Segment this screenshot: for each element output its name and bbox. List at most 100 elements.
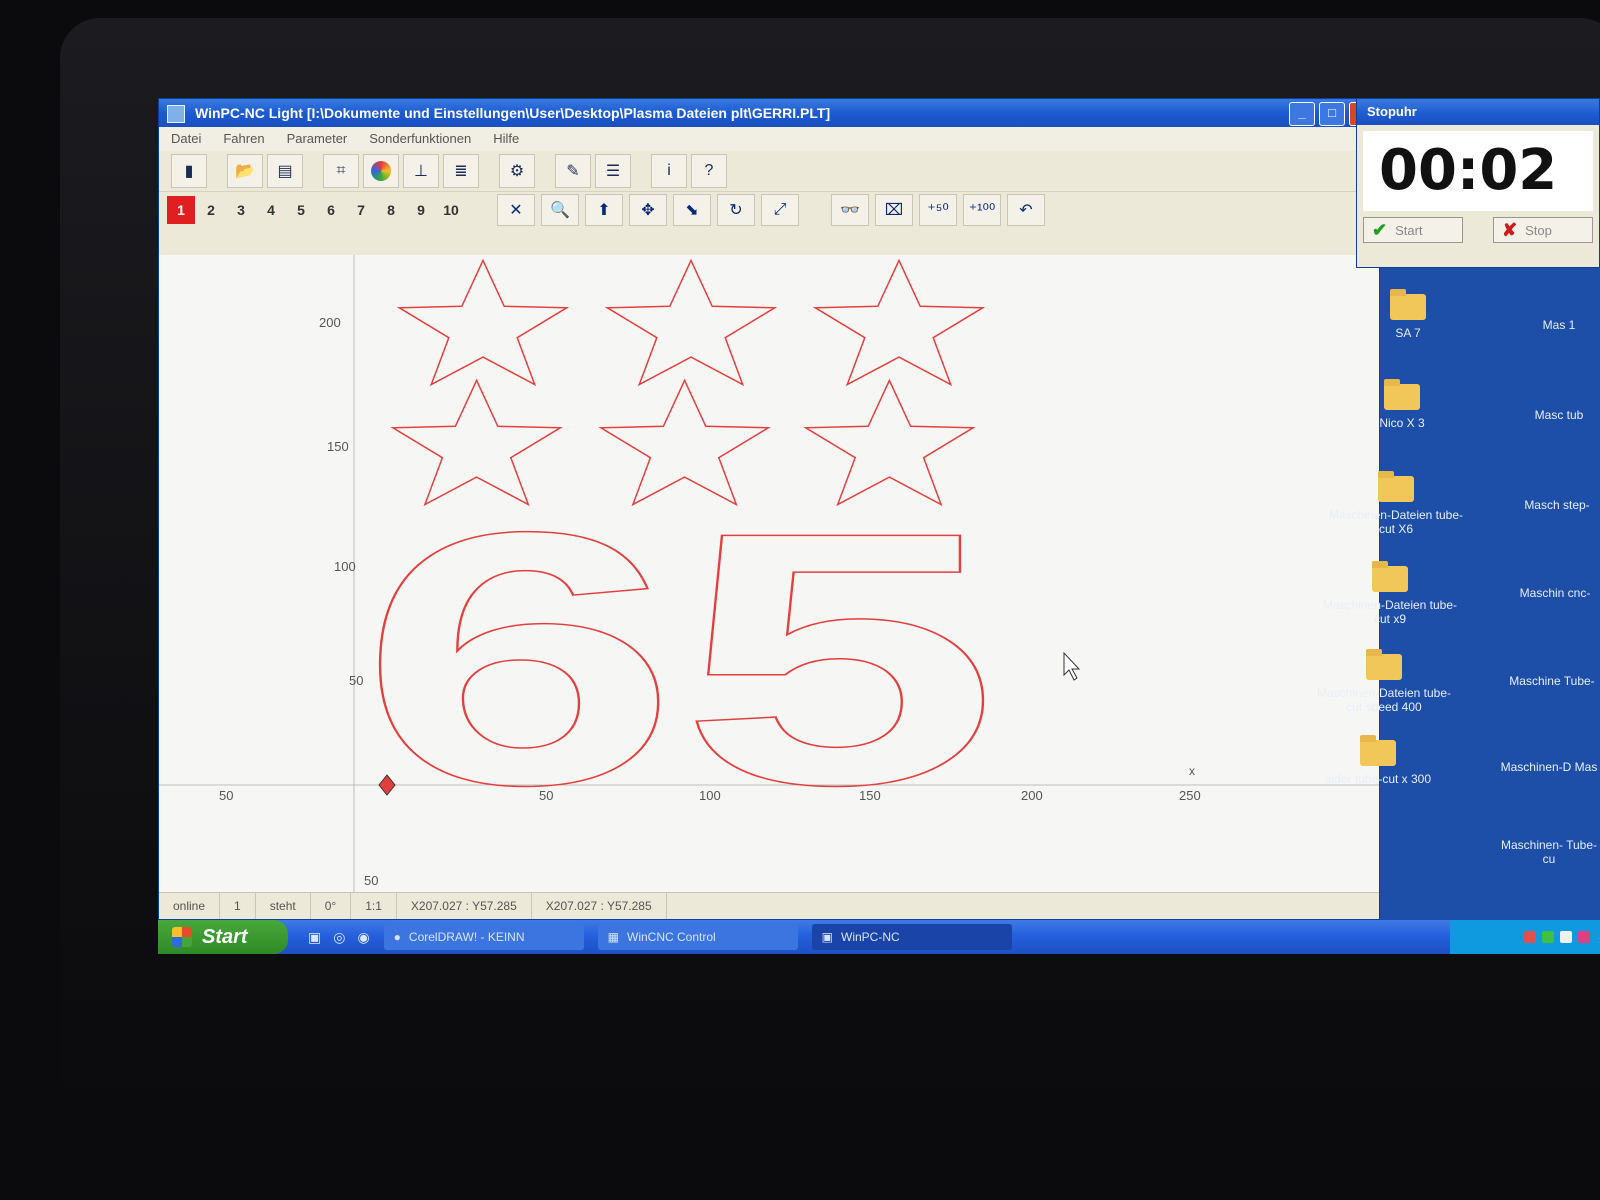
folder-icon (1390, 289, 1426, 320)
move-up-icon[interactable]: ⬆ (585, 194, 623, 226)
list-icon[interactable]: ☰ (595, 154, 631, 188)
task-coreldraw[interactable]: ● CorelDRAW! - KEINN (383, 924, 584, 950)
preview-glasses-icon[interactable]: 👓 (831, 194, 869, 226)
layer-7-button[interactable]: 7 (347, 196, 375, 224)
winpc-nc-window: WinPC-NC Light [I:\Dokumente und Einstel… (158, 98, 1380, 920)
desktop-folder-label: Masc tub (1534, 408, 1584, 422)
file-info-icon[interactable]: ▤ (267, 154, 303, 188)
zoom-50-icon[interactable]: ⁺⁵⁰ (919, 194, 957, 226)
maximize-button[interactable]: □ (1319, 102, 1345, 126)
desktop-folder[interactable]: Maschinen- Tube-cu (1498, 838, 1600, 866)
desktop-folder[interactable]: Mas 1 (1518, 318, 1600, 332)
exit-icon[interactable]: ▮ (171, 154, 207, 188)
desktop-folder-label: Mas 1 (1542, 318, 1576, 332)
media-player-icon[interactable]: ◉ (357, 929, 369, 946)
zoom-100-icon[interactable]: ⁺¹⁰⁰ (963, 194, 1001, 226)
windows-logo-icon (172, 927, 192, 947)
stopwatch-stop-label: Stop (1525, 222, 1552, 238)
layer-4-button[interactable]: 4 (257, 196, 285, 224)
tray-app-icon[interactable] (1578, 931, 1590, 943)
desktop-folder[interactable]: Maschinen-Dateien tube-cut X6 (1326, 471, 1466, 536)
pan-icon[interactable]: ✥ (629, 194, 667, 226)
stopwatch-time: 00:02 (1363, 131, 1593, 211)
desktop-folder-label: Maschin cnc- (1519, 586, 1591, 600)
main-toolbar: ▮ 📂 ▤ ⌗ ⊥ ≣ ⚙ ✎ ☰ i ? (159, 151, 1379, 192)
folder-icon (1360, 735, 1396, 766)
wincnc-icon: ▦ (607, 930, 620, 944)
layer-10-button[interactable]: 10 (437, 196, 465, 224)
desktop-folder[interactable]: alder tube-cut x 300 (1308, 735, 1448, 786)
y-tick-label: 50 (364, 873, 378, 888)
desktop-folder[interactable]: Maschinen-Dateien tube-cut speed 400 (1314, 649, 1454, 714)
desktop-folder[interactable]: Masc tub (1518, 408, 1600, 422)
layer-5-button[interactable]: 5 (287, 196, 315, 224)
task-label: CorelDRAW! - KEINN (408, 930, 525, 944)
layer-6-button[interactable]: 6 (317, 196, 345, 224)
star-outline-1 (396, 258, 570, 387)
digits-65-outline: 65 (359, 458, 999, 860)
mirror-icon[interactable]: ⬊ (673, 194, 711, 226)
toolpath-icon[interactable]: ≣ (443, 154, 479, 188)
edit-icon[interactable]: ✎ (555, 154, 591, 188)
layer-3-button[interactable]: 3 (227, 196, 255, 224)
taskbar: Start ▣ ◎ ◉ ● CorelDRAW! - KEINN ▦ WinCN… (158, 920, 1600, 954)
status-angle: 0° (311, 893, 352, 919)
menu-sonderfunktionen[interactable]: Sonderfunktionen (369, 127, 471, 151)
desktop-folder[interactable]: Nico X 3 (1332, 379, 1472, 430)
desktop-folder[interactable]: Maschinen-D Mas (1498, 760, 1600, 774)
layer-8-button[interactable]: 8 (377, 196, 405, 224)
info-icon[interactable]: i (651, 154, 687, 188)
tray-volume-icon[interactable] (1560, 931, 1572, 943)
desktop-folder[interactable]: Maschin cnc- (1510, 586, 1600, 600)
stopwatch-start-button[interactable]: ✔ Start (1363, 217, 1463, 243)
layer-2-button[interactable]: 2 (197, 196, 225, 224)
rotate-icon[interactable]: ↻ (717, 194, 755, 226)
tray-security-icon[interactable] (1542, 931, 1554, 943)
folder-icon (1366, 649, 1402, 680)
layer-1-button[interactable]: 1 (167, 196, 195, 224)
task-label: WinPC-NC (841, 930, 900, 944)
task-winpc-nc[interactable]: ▣ WinPC-NC (811, 924, 1012, 950)
menu-parameter[interactable]: Parameter (287, 127, 348, 151)
status-position: X207.027 : Y57.285 (397, 893, 532, 919)
desktop-folder[interactable]: Masch step- (1514, 498, 1600, 512)
start-button[interactable]: Start (158, 920, 288, 954)
drawing-canvas[interactable]: 50 50 100 150 200 250 x 200 150 100 50 5… (159, 255, 1379, 895)
task-wincnc-control[interactable]: ▦ WinCNC Control (597, 924, 798, 950)
stopwatch-title[interactable]: Stopuhr (1357, 99, 1599, 125)
help-icon[interactable]: ? (691, 154, 727, 188)
menu-hilfe[interactable]: Hilfe (493, 127, 519, 151)
system-tray (1450, 920, 1600, 954)
task-label: WinCNC Control (627, 930, 716, 944)
status-state: steht (256, 893, 311, 919)
open-file-icon[interactable]: 📂 (227, 154, 263, 188)
browser-icon[interactable]: ◎ (333, 929, 345, 946)
layer-9-button[interactable]: 9 (407, 196, 435, 224)
position-window-icon[interactable]: ⌗ (323, 154, 359, 188)
folder-icon (1378, 471, 1414, 502)
stopwatch-start-label: Start (1395, 222, 1423, 238)
desktop-folder[interactable]: Maschinen-Dateien tube-cut x9 (1320, 561, 1460, 626)
stopwatch-stop-button[interactable]: ✘ Stop (1493, 217, 1593, 243)
window-titlebar[interactable]: WinPC-NC Light [I:\Dokumente und Einstel… (159, 99, 1379, 127)
desktop-folder[interactable]: SA 7 (1338, 289, 1478, 340)
color-settings-icon[interactable] (363, 154, 399, 188)
x-tick-label: 250 (1179, 788, 1201, 803)
tray-network-icon[interactable] (1524, 931, 1536, 943)
show-desktop-icon[interactable]: ▣ (308, 929, 321, 946)
reference-run-icon[interactable]: ⚙ (499, 154, 535, 188)
fit-icon[interactable]: ⌧ (875, 194, 913, 226)
scale-icon[interactable]: ⤢ (761, 194, 799, 226)
minimize-button[interactable]: _ (1289, 102, 1315, 126)
cross-icon[interactable]: ✕ (497, 194, 535, 226)
view-toolbar: 1 2 3 4 5 6 7 8 9 10 ✕ 🔍 ⬆ ✥ ⬊ ↻ ⤢ 👓 ⌧ ⁺… (159, 192, 1379, 228)
desktop-folder[interactable]: Maschine Tube- (1504, 674, 1600, 688)
canvas-svg: 50 50 100 150 200 250 x 200 150 100 50 5… (159, 255, 1379, 895)
tool-change-icon[interactable]: ⊥ (403, 154, 439, 188)
menu-datei[interactable]: Datei (171, 127, 201, 151)
desktop-folder-label: Masch step- (1524, 498, 1590, 512)
y-tick-label: 200 (319, 315, 341, 330)
zoom-icon[interactable]: 🔍 (541, 194, 579, 226)
menu-fahren[interactable]: Fahren (223, 127, 264, 151)
undo-icon[interactable]: ↶ (1007, 194, 1045, 226)
